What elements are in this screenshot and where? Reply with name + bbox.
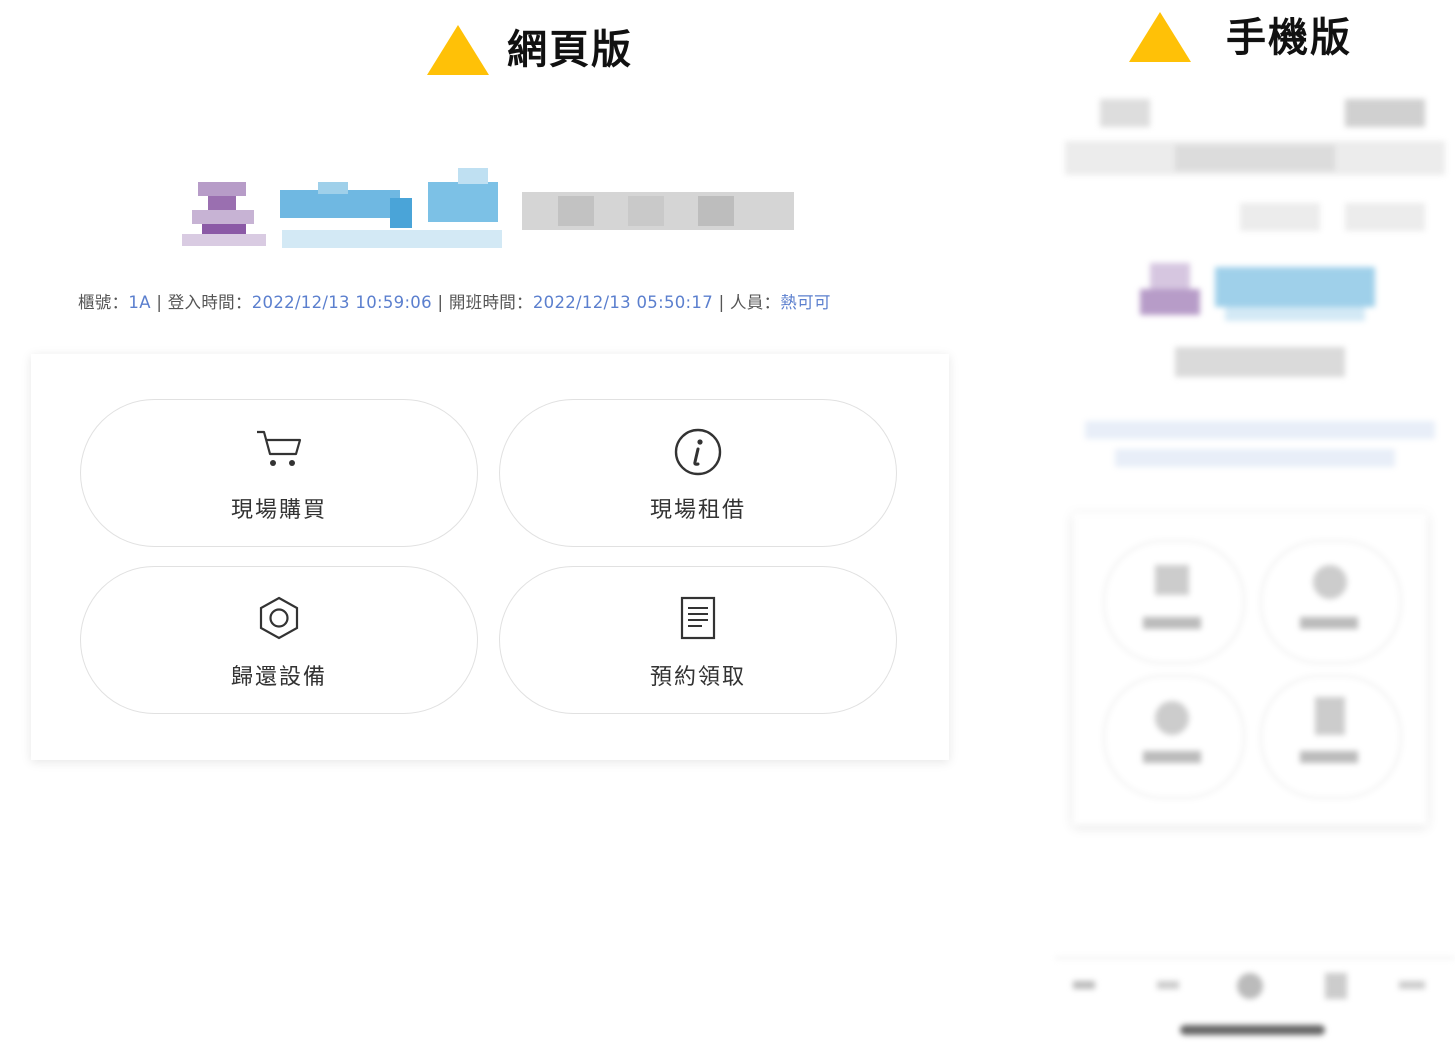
staff-label: 人員： xyxy=(729,293,781,312)
shift-start-value: 2022/12/13 05:50:17 xyxy=(532,293,714,312)
onsite-purchase-label: 現場購買 xyxy=(230,498,327,523)
onsite-rental-label: 現場租借 xyxy=(649,498,746,523)
shift-start-label: 開班時間： xyxy=(448,293,533,312)
mobile-preview-blurred xyxy=(1055,85,1455,1045)
onsite-rental-button[interactable]: 現場租借 xyxy=(499,399,897,547)
document-icon xyxy=(678,595,718,645)
login-time-label: 登入時間： xyxy=(167,293,252,312)
main-menu-panel: 現場購買 現場租借 歸還設備 預約領取 xyxy=(31,354,949,760)
staff-value: 熱可可 xyxy=(780,293,831,312)
separator: | xyxy=(156,293,163,312)
mobile-version-heading: 手機版 xyxy=(1226,15,1352,61)
brand-logo-pixelated xyxy=(178,168,798,258)
hexagon-nut-icon xyxy=(256,595,302,645)
separator: | xyxy=(437,293,444,312)
return-equipment-button[interactable]: 歸還設備 xyxy=(80,566,478,714)
separator: | xyxy=(718,293,725,312)
session-status-bar: 櫃號：1A | 登入時間：2022/12/13 10:59:06 | 開班時間：… xyxy=(78,289,831,313)
cart-icon xyxy=(254,428,304,474)
reservation-pickup-button[interactable]: 預約領取 xyxy=(499,566,897,714)
info-icon xyxy=(674,428,722,480)
onsite-purchase-button[interactable]: 現場購買 xyxy=(80,399,478,547)
login-time-value: 2022/12/13 10:59:06 xyxy=(251,293,432,312)
web-version-heading: 網頁版 xyxy=(507,27,633,73)
reservation-pickup-label: 預約領取 xyxy=(649,665,746,690)
return-equipment-label: 歸還設備 xyxy=(230,665,327,690)
counter-value: 1A xyxy=(128,293,151,312)
web-triangle-marker xyxy=(427,25,489,75)
counter-label: 櫃號： xyxy=(78,293,129,312)
mobile-triangle-marker xyxy=(1129,12,1191,62)
